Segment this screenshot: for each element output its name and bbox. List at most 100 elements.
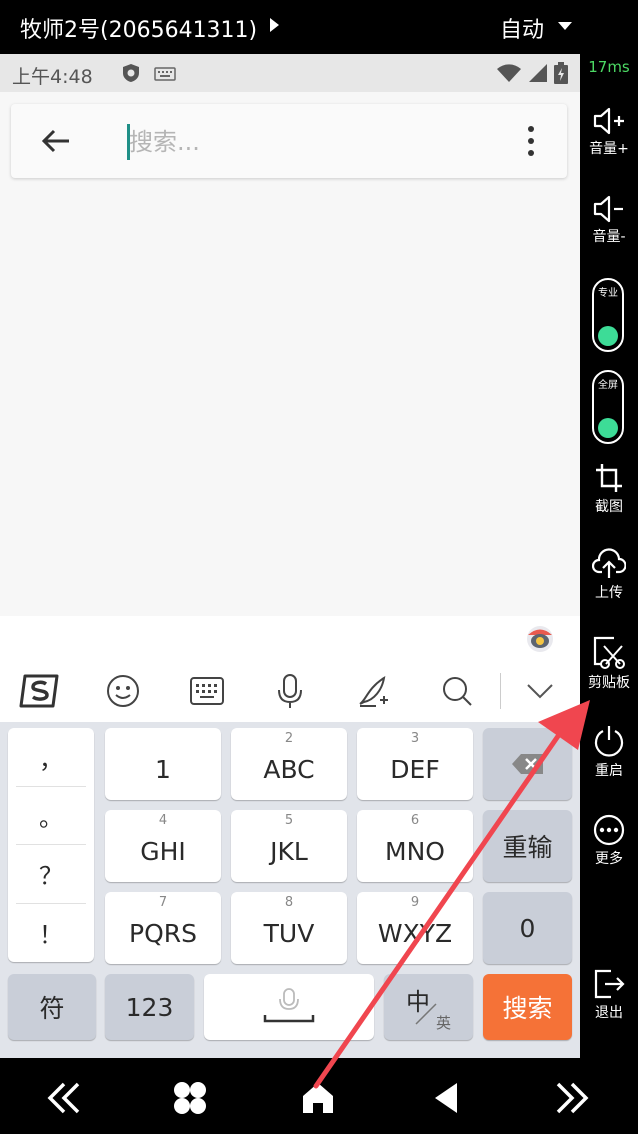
key-1[interactable]: 1: [105, 728, 221, 800]
volume-up-label: 音量+: [589, 141, 629, 157]
double-chevron-left-icon[interactable]: [44, 1078, 84, 1118]
language-switch-key[interactable]: 中 英: [384, 974, 473, 1040]
clipboard-button[interactable]: 剪贴板: [580, 636, 638, 692]
fullscreen-label: 全屏: [598, 380, 618, 391]
key-label: DEF: [390, 754, 440, 784]
key-label: JKL: [270, 836, 308, 866]
shield-icon: [120, 62, 142, 88]
wifi-icon: [497, 64, 521, 82]
search-icon[interactable]: [435, 669, 479, 713]
search-key[interactable]: 搜索: [483, 974, 572, 1040]
crop-icon: [596, 464, 622, 492]
more-button[interactable]: 更多: [580, 814, 638, 868]
exit-button[interactable]: 退出: [580, 968, 638, 1022]
key-label: 1: [155, 754, 171, 784]
key-sub-label: 5: [284, 813, 294, 828]
collapse-chevron-icon[interactable]: [518, 669, 562, 713]
punct-question-key[interactable]: ？: [8, 844, 94, 902]
key-3-def[interactable]: 3 DEF: [357, 728, 473, 800]
double-chevron-right-icon[interactable]: [552, 1078, 592, 1118]
pro-mode-toggle[interactable]: 专业: [592, 278, 624, 352]
sogou-logo-icon[interactable]: [18, 669, 62, 713]
pro-mode-label: 专业: [598, 288, 618, 299]
status-time: 上午4:48: [12, 66, 93, 88]
fullscreen-toggle[interactable]: 全屏: [592, 370, 624, 444]
mascot-icon[interactable]: [524, 622, 556, 654]
device-play-icon[interactable]: [270, 18, 279, 32]
remote-nav-bar: [0, 1058, 638, 1134]
search-input[interactable]: [129, 122, 489, 162]
more-label: 更多: [595, 851, 623, 867]
punct-exclaim-key[interactable]: ！: [8, 903, 94, 961]
punct-period-key[interactable]: 。: [8, 786, 94, 844]
keyboard-status-icon: [154, 66, 176, 85]
more-vert-icon[interactable]: [525, 126, 537, 158]
home-icon[interactable]: [298, 1078, 338, 1118]
device-topbar: 牧师2号(2065641311) 自动: [0, 0, 638, 54]
key-label: WXYZ: [377, 918, 453, 948]
restart-button[interactable]: 重启: [580, 724, 638, 780]
key-sub-label: 6: [410, 813, 420, 828]
back-triangle-icon[interactable]: [426, 1078, 466, 1118]
toolbar-divider: [500, 673, 501, 709]
lang-slash: [415, 1003, 437, 1025]
reenter-key[interactable]: 重输: [483, 810, 572, 882]
space-key[interactable]: [204, 974, 374, 1040]
space-mic-icon: [263, 988, 315, 1023]
backspace-key[interactable]: [483, 728, 572, 800]
clipboard-label: 剪贴板: [588, 675, 630, 691]
key-sub-label: 3: [410, 731, 420, 746]
logout-icon: [594, 969, 625, 999]
handwriting-icon[interactable]: [352, 669, 396, 713]
quality-mode-select[interactable]: 自动: [500, 12, 544, 44]
numbers-key[interactable]: 123: [105, 974, 194, 1040]
upload-button[interactable]: 上传: [580, 548, 638, 602]
key-8-tuv[interactable]: 8 TUV: [231, 892, 347, 964]
key-2-abc[interactable]: 2 ABC: [231, 728, 347, 800]
volume-down-button[interactable]: 音量-: [580, 194, 638, 246]
key-6-mno[interactable]: 6 MNO: [357, 810, 473, 882]
key-sub-label: 8: [284, 895, 294, 910]
cloud-upload-icon: [592, 548, 626, 578]
exit-label: 退出: [595, 1005, 623, 1021]
clipboard-scissors-icon: [593, 636, 625, 669]
key-5-jkl[interactable]: 5 JKL: [231, 810, 347, 882]
key-label: PQRS: [129, 918, 197, 948]
battery-icon: [554, 62, 568, 84]
screenshot-label: 截图: [595, 499, 623, 515]
key-grid: ， 。 ？ ！ 1 2 ABC 3 DEF 4 GHI 5 JKL 6 MNO …: [0, 722, 580, 1058]
volume-down-icon: [593, 195, 623, 223]
volume-down-label: 音量-: [592, 229, 626, 245]
key-9-wxyz[interactable]: 9 WXYZ: [357, 892, 473, 964]
power-icon: [594, 726, 624, 757]
microphone-icon[interactable]: [268, 669, 312, 713]
volume-up-button[interactable]: 音量+: [580, 106, 638, 158]
key-4-ghi[interactable]: 4 GHI: [105, 810, 221, 882]
key-label: ABC: [263, 754, 315, 784]
punct-comma-key[interactable]: ，: [8, 728, 94, 786]
key-label: GHI: [140, 836, 186, 866]
key-label: TUV: [263, 918, 315, 948]
zero-key[interactable]: 0: [483, 892, 572, 964]
back-arrow-icon[interactable]: [41, 128, 71, 158]
symbols-key[interactable]: 符: [8, 974, 96, 1040]
control-sidebar: 17ms 音量+ 音量- 专业 全屏 截图 上传 剪贴板 重启 更多 退出: [580, 54, 638, 1058]
toggle-knob: [598, 418, 618, 438]
key-label: MNO: [385, 836, 445, 866]
emoji-icon[interactable]: [101, 669, 145, 713]
key-sub-label: 2: [284, 731, 294, 746]
latency-readout: 17ms: [588, 58, 630, 76]
apps-grid-icon[interactable]: [170, 1078, 210, 1118]
chevron-down-icon[interactable]: [558, 22, 572, 30]
key-7-pqrs[interactable]: 7 PQRS: [105, 892, 221, 964]
keyboard-icon[interactable]: [185, 669, 229, 713]
device-name[interactable]: 牧师2号(2065641311): [20, 12, 257, 44]
key-sub-label: 7: [158, 895, 168, 910]
ime-toolbar: [0, 661, 580, 719]
screenshot-button[interactable]: 截图: [580, 462, 638, 516]
android-status-bar: 上午4:48: [0, 54, 580, 92]
key-sub-label: 9: [410, 895, 420, 910]
backspace-icon: [511, 754, 543, 774]
restart-label: 重启: [595, 763, 623, 779]
signal-icon: [529, 64, 547, 82]
